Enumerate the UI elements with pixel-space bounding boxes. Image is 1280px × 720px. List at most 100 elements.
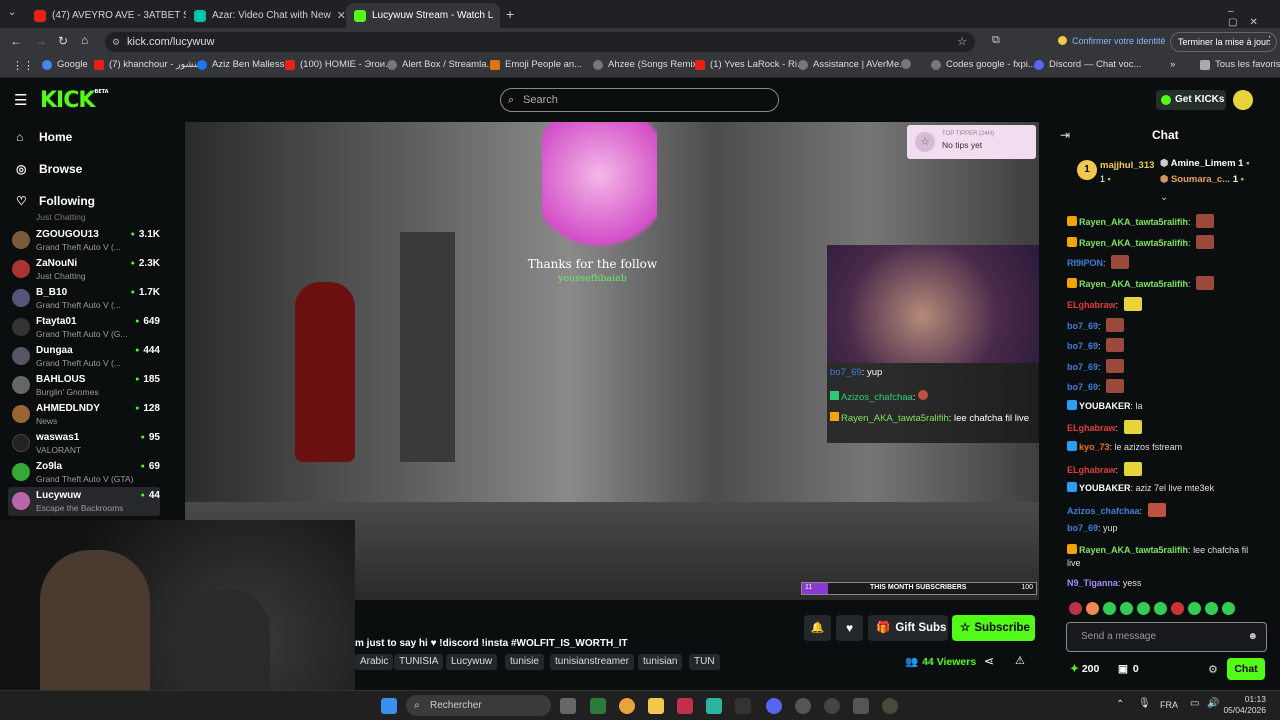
chat-username[interactable]: Rayen_AKA_tawta5ralifih	[1079, 545, 1188, 555]
chat-username[interactable]: YOUBAKER	[1079, 401, 1131, 411]
media-player-icon[interactable]	[824, 698, 840, 714]
chat-username[interactable]: bo7_69	[1067, 382, 1098, 392]
volume-icon[interactable]: 🔊	[1207, 698, 1219, 709]
all-bookmarks[interactable]: Tous les favoris	[1200, 59, 1280, 70]
forward-icon[interactable]: →	[35, 34, 47, 48]
settings-icon[interactable]	[853, 698, 869, 714]
tab-youtube[interactable]: (47) AVEYRO AVE - 3ATBET SEN✕	[26, 3, 186, 28]
bookmark-aziz[interactable]: Aziz Ben Mallessa	[197, 59, 290, 70]
site-info-icon[interactable]: ⚙	[112, 32, 120, 52]
app-icon[interactable]	[735, 698, 751, 714]
emote-icon[interactable]	[1188, 602, 1201, 615]
chat-username[interactable]: YOUBAKER	[1079, 483, 1131, 493]
app-icon[interactable]	[706, 698, 722, 714]
tag[interactable]: tunisian	[638, 654, 683, 670]
bookmark-discord[interactable]: Discord — Chat voc...	[1034, 59, 1141, 70]
emote-icon[interactable]	[1222, 602, 1235, 615]
windows-start-icon[interactable]	[381, 698, 397, 714]
bookmark-homie[interactable]: (100) HOMIE - Эгои...	[285, 59, 393, 70]
chat-username[interactable]: RI9IPON	[1067, 258, 1103, 268]
sidebar-channel[interactable]: Ftayta01Grand Theft Auto V (G...649	[8, 313, 160, 342]
discord-icon[interactable]	[766, 698, 782, 714]
home-icon[interactable]: ⌂	[81, 33, 88, 47]
emote-icon[interactable]	[1120, 602, 1133, 615]
chat-username[interactable]: bo7_69	[1067, 362, 1098, 372]
gift-subs-button[interactable]: 🎁 Gift Subs	[868, 615, 948, 641]
top-gifter-name[interactable]: ⬢ Soumara_c... 1 ▪	[1160, 174, 1244, 185]
extensions-icon[interactable]: ⧉	[992, 34, 1000, 47]
chat-username[interactable]: ELghabraw	[1067, 300, 1116, 310]
profile-confirm[interactable]: Confirmer votre identité	[1058, 36, 1166, 46]
task-view-icon[interactable]	[560, 698, 576, 714]
chat-username[interactable]: kyo_73	[1079, 442, 1110, 452]
tag[interactable]: TUN	[689, 654, 720, 670]
network-icon[interactable]: ▭	[1190, 698, 1199, 709]
send-chat-button[interactable]: Chat	[1227, 658, 1265, 680]
get-kicks-button[interactable]: Get KICKs	[1156, 90, 1226, 110]
hamburger-menu-icon[interactable]: ☰	[14, 91, 27, 109]
chrome-icon[interactable]	[619, 698, 635, 714]
search-input[interactable]: ⌕ Search	[500, 88, 779, 112]
app-icon[interactable]	[882, 698, 898, 714]
close-icon[interactable]: ✕	[493, 9, 500, 22]
emote-icon[interactable]	[1069, 602, 1082, 615]
app-icon[interactable]	[677, 698, 693, 714]
file-explorer-icon[interactable]	[648, 698, 664, 714]
reload-icon[interactable]: ↻	[58, 34, 68, 48]
subscribe-button[interactable]: ☆ Subscribe	[952, 615, 1035, 641]
tag[interactable]: TUNISIA	[394, 654, 444, 670]
sidebar-channel-active[interactable]: LucywuwEscape the Backrooms44	[8, 487, 160, 516]
emote-icon[interactable]	[1205, 602, 1218, 615]
tag[interactable]: Lucywuw	[446, 654, 498, 670]
tab-azar[interactable]: Azar: Video Chat with New ✕	[186, 3, 346, 28]
report-icon[interactable]: ⚠	[1015, 654, 1025, 667]
taskbar-search[interactable]: ⌕ Rechercher	[406, 695, 551, 716]
bookmark-codes[interactable]: Codes google - fxpi...	[931, 59, 1036, 70]
sidebar-channel[interactable]: DungaaGrand Theft Auto V (...444	[8, 342, 160, 371]
expand-gifters-icon[interactable]: ⌄	[1160, 192, 1168, 203]
chat-username[interactable]: ELghabraw	[1067, 465, 1116, 475]
store-button[interactable]: ▣ 0	[1118, 663, 1139, 675]
tab-list-button[interactable]: ⌄	[8, 7, 16, 18]
emote-icon[interactable]	[1154, 602, 1167, 615]
bookmark-avermedia[interactable]: Assistance | AVerMe...	[798, 59, 907, 70]
notification-bell-button[interactable]: 🔔	[804, 615, 831, 641]
collapse-chat-icon[interactable]: ⇥	[1060, 128, 1070, 142]
bookmark-khanchour[interactable]: (7) khanchour - خنشور	[94, 59, 203, 70]
chat-username[interactable]: Azizos_chafchaa	[1067, 506, 1140, 516]
kick-logo[interactable]: KICKBETA	[40, 88, 109, 113]
nav-home[interactable]: ⌂ Home	[16, 130, 72, 144]
emoji-icon[interactable]: ☻	[1247, 623, 1258, 651]
emote-icon[interactable]	[1103, 602, 1116, 615]
sidebar-channel[interactable]: ZGOUGOU13Grand Theft Auto V (...3.1K	[8, 226, 160, 255]
new-tab-button[interactable]: +	[506, 6, 514, 22]
close-icon[interactable]: ✕	[331, 9, 346, 22]
tag[interactable]: Arabic	[355, 654, 394, 670]
sidebar-channel[interactable]: AHMEDLNDYNews128	[8, 400, 160, 429]
bookmark-ahzee[interactable]: Ahzee (Songs Remix...	[593, 59, 705, 70]
top-gifter-name[interactable]: majjhul_313	[1100, 160, 1154, 171]
bookmark-yves[interactable]: (1) Yves LaRock - Ri...	[695, 59, 805, 70]
emote-icon[interactable]	[1171, 602, 1184, 615]
bookmark-emoji[interactable]: Emoji People an...	[490, 59, 582, 70]
menu-icon[interactable]: ⋮	[1264, 34, 1275, 47]
bookmark-google[interactable]: Google	[42, 59, 88, 70]
follow-heart-button[interactable]: ♥	[836, 615, 863, 641]
mic-icon[interactable]: 🎙	[1138, 698, 1151, 709]
more-bookmarks-icon[interactable]: »	[1170, 59, 1175, 70]
chat-username[interactable]: bo7_69	[1067, 341, 1098, 351]
tag[interactable]: tunisie	[505, 654, 544, 670]
chat-username[interactable]: bo7_69	[1067, 523, 1098, 533]
nav-browse[interactable]: ◎ Browse	[16, 162, 82, 176]
app-icon[interactable]	[590, 698, 606, 714]
emote-icon[interactable]	[1086, 602, 1099, 615]
apps-icon[interactable]: ⋮⋮	[12, 59, 34, 72]
tab-kick[interactable]: Lucywuw Stream - Watch L✕	[346, 3, 500, 28]
chat-username[interactable]: Rayen_AKA_tawta5ralifih	[1079, 238, 1188, 248]
bookmark-star-icon[interactable]: ☆	[957, 32, 967, 52]
sidebar-channel[interactable]: Zo9laGrand Theft Auto V (GTA)69	[8, 458, 160, 487]
sidebar-channel[interactable]: BAHLOUSBurglin' Gnomes185	[8, 371, 160, 400]
chat-username[interactable]: Rayen_AKA_tawta5ralifih	[1079, 217, 1188, 227]
chat-username[interactable]: Rayen_AKA_tawta5ralifih	[1079, 279, 1188, 289]
back-icon[interactable]: ←	[10, 34, 22, 48]
